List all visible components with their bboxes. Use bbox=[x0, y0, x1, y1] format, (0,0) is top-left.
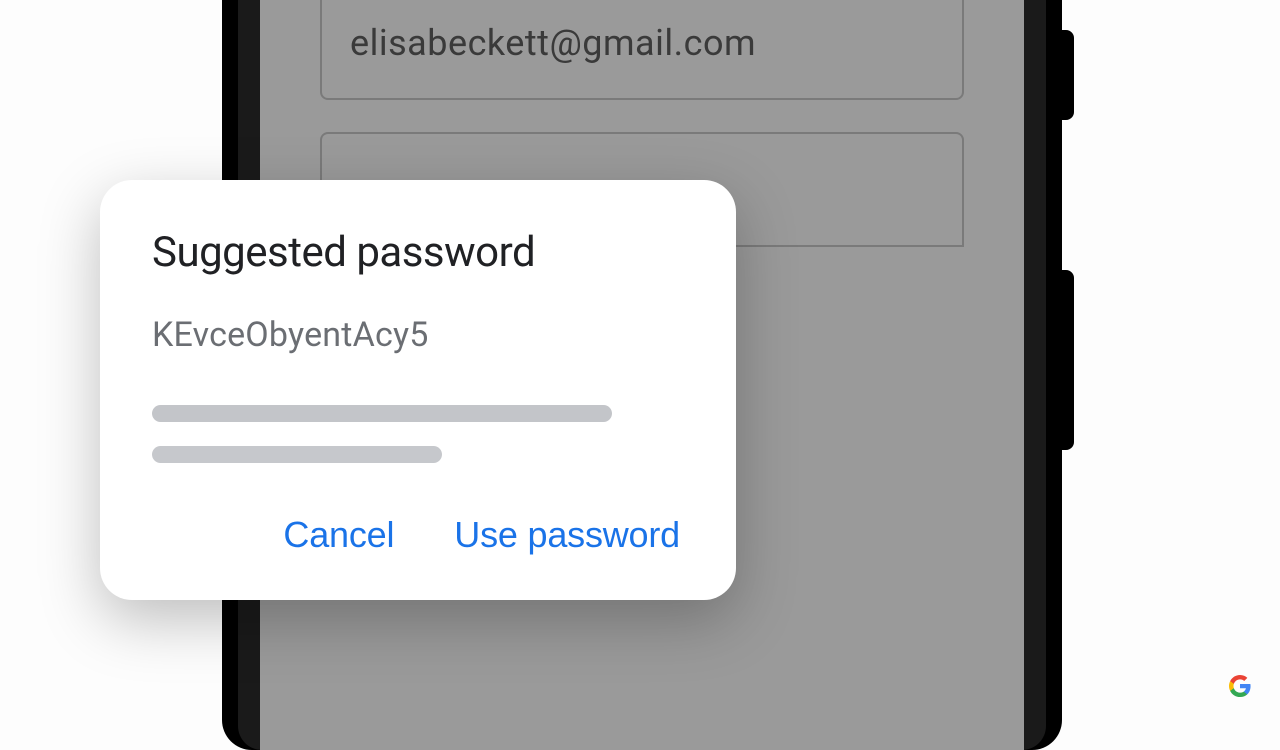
use-password-button[interactable]: Use password bbox=[454, 514, 680, 556]
description-placeholder-line bbox=[152, 405, 612, 422]
phone-side-button-top bbox=[1062, 30, 1074, 120]
google-logo-icon bbox=[1228, 674, 1252, 698]
description-placeholder-line bbox=[152, 446, 442, 463]
dialog-actions: Cancel Use password bbox=[152, 514, 684, 560]
phone-side-button-bottom bbox=[1062, 270, 1074, 450]
dialog-title: Suggested password bbox=[152, 228, 684, 277]
cancel-button[interactable]: Cancel bbox=[283, 514, 394, 556]
email-value: elisabeckett@gmail.com bbox=[350, 22, 756, 64]
suggested-password-value: KEvceObyentAcy5 bbox=[152, 315, 684, 355]
suggested-password-dialog: Suggested password KEvceObyentAcy5 Cance… bbox=[100, 180, 736, 600]
email-input[interactable]: elisabeckett@gmail.com bbox=[320, 0, 964, 100]
